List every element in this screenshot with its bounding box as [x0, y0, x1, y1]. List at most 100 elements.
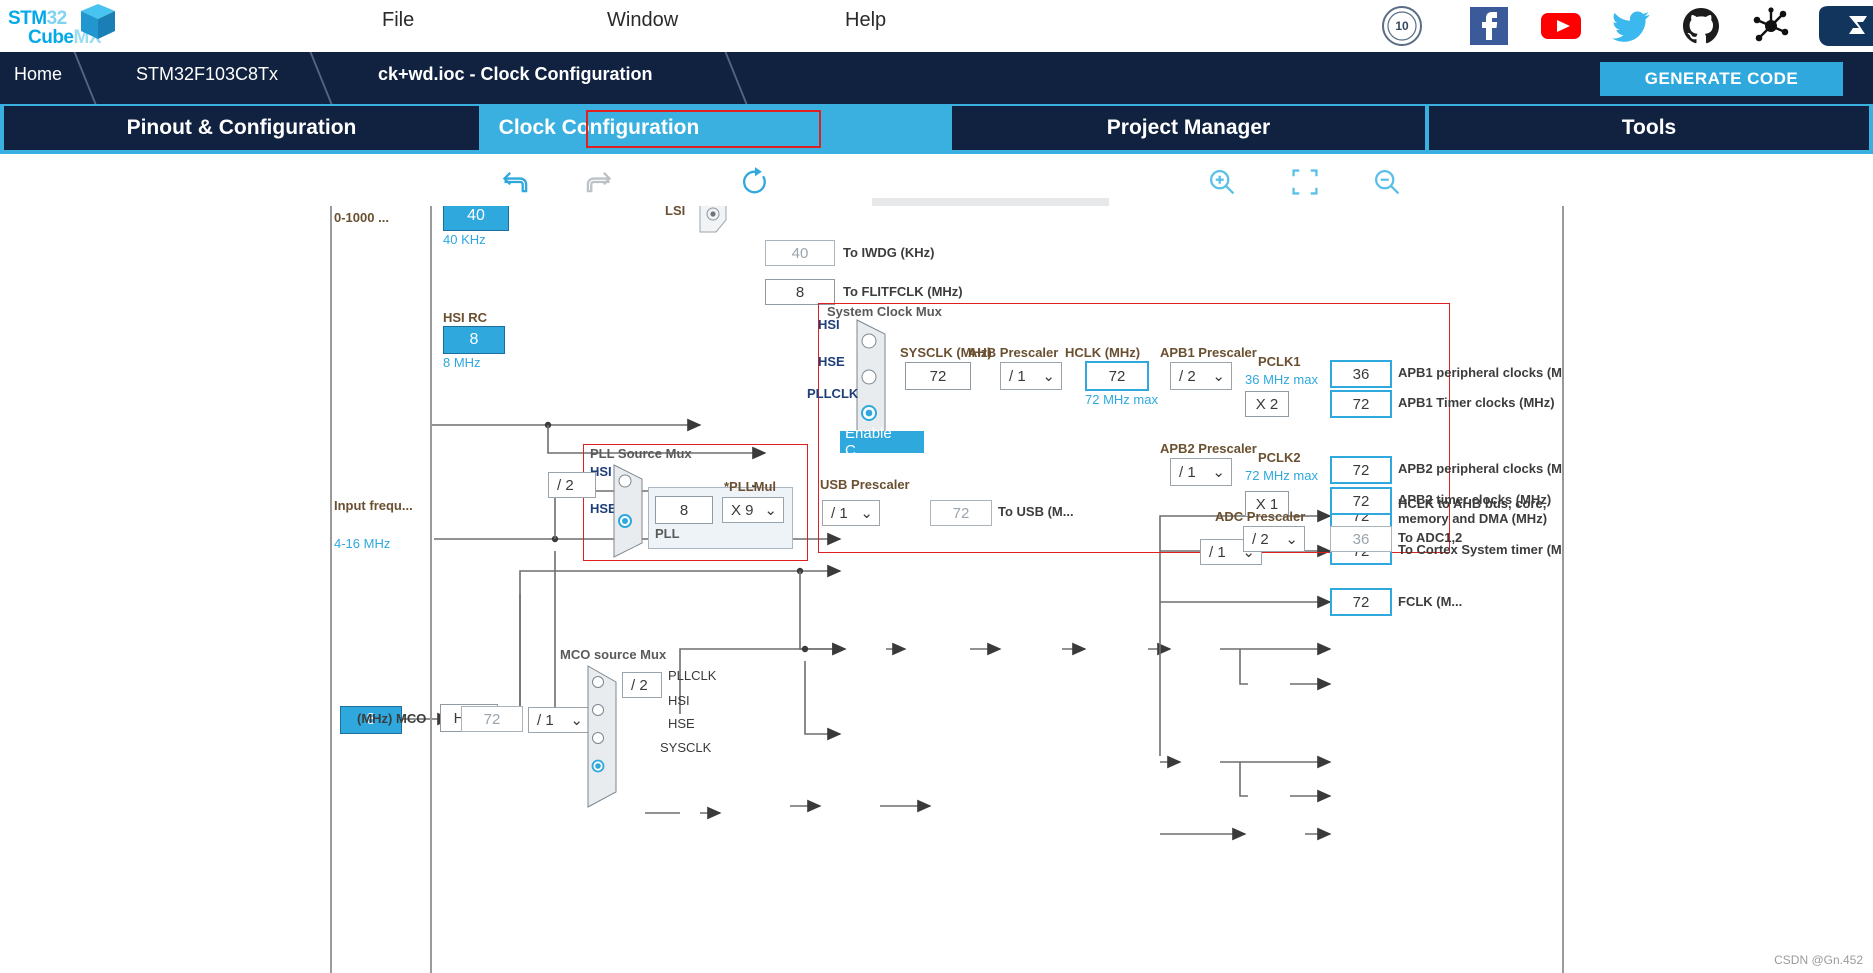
apb1-peripheral-label: APB1 peripheral clocks (M — [1398, 365, 1562, 380]
apb2-max-label: 72 MHz max — [1245, 468, 1318, 483]
ahb-prescaler-value: / 1 — [1009, 367, 1026, 385]
canvas-divider-left — [330, 206, 332, 973]
tab-tools[interactable]: Tools — [1429, 106, 1869, 150]
mco-radio-hse[interactable] — [589, 729, 607, 747]
mco-input-sysclk: SYSCLK — [660, 740, 712, 755]
menu-help[interactable]: Help — [845, 9, 886, 32]
menu-window[interactable]: Window — [607, 9, 678, 32]
hse-divider-value: / 1 — [537, 711, 554, 729]
facebook-icon[interactable] — [1467, 4, 1511, 48]
system-clock-mux-title: System Clock Mux — [827, 304, 942, 319]
hclk-label: HCLK (MHz) — [1065, 345, 1141, 360]
fit-to-screen-icon[interactable] — [1288, 166, 1322, 198]
svg-text:10: 10 — [1395, 19, 1409, 33]
pclk1-label: PCLK1 — [1258, 354, 1301, 369]
zoom-in-icon[interactable] — [1205, 166, 1239, 198]
youtube-icon[interactable] — [1539, 4, 1583, 48]
zoom-out-icon[interactable] — [1370, 166, 1404, 198]
community-network-icon[interactable] — [1749, 4, 1793, 48]
enable-css-button[interactable]: Enable C... — [840, 425, 924, 459]
apb1-timer-label: APB1 Timer clocks (MHz) — [1398, 395, 1555, 410]
apb1-timer-multiplier: X 2 — [1245, 391, 1289, 417]
mco-source-mux-title: MCO source Mux — [560, 647, 667, 662]
mco-input-hsi: HSI — [668, 693, 690, 708]
generate-code-button[interactable]: GENERATE CODE — [1600, 62, 1843, 96]
pll-source-mux-radio-hsi[interactable] — [615, 471, 635, 491]
clock-configuration-canvas[interactable]: 0-1000 ... 40 40 KHz LSI 40 To IWDG (KHz… — [0, 206, 1873, 973]
chevron-down-icon: ⌄ — [1212, 368, 1225, 385]
main-tab-bar: Pinout & Configuration Clock Configurati… — [0, 104, 1873, 256]
pll-mul-select[interactable]: X 9 ⌄ — [722, 497, 784, 523]
tab-clock-configuration[interactable]: Clock Configuration — [483, 106, 715, 150]
watermark: CSDN @Gn.452 — [1774, 953, 1863, 967]
twitter-icon[interactable] — [1609, 4, 1653, 48]
apb2-prescaler-select[interactable]: / 1 ⌄ — [1170, 458, 1232, 486]
menu-file[interactable]: File — [382, 9, 414, 32]
chevron-down-icon: ⌄ — [1042, 368, 1055, 385]
adc-label: To ADC1,2 — [1398, 530, 1463, 545]
pll-hsi-divider-value: / 2 — [557, 476, 574, 494]
menu-bar: STM32 CubeMX File Window Help 10 — [0, 0, 1873, 52]
lsi-output-node-icon[interactable] — [698, 206, 732, 238]
lsi-value-input[interactable]: 40 — [443, 206, 509, 231]
mco-radio-hsi[interactable] — [589, 701, 607, 719]
mco-pll-divider[interactable]: / 2 — [622, 672, 662, 698]
system-clock-mux-radio-pllclk[interactable] — [858, 402, 880, 424]
apb1-prescaler-value: / 2 — [1179, 367, 1196, 385]
hse-divider-select[interactable]: / 1 ⌄ — [528, 707, 590, 733]
tab-pinout-configuration[interactable]: Pinout & Configuration — [4, 106, 479, 150]
breadcrumb-home[interactable]: Home — [14, 64, 62, 85]
apb1-prescaler-select[interactable]: / 2 ⌄ — [1170, 362, 1232, 390]
anniversary-10-years-icon[interactable]: 10 — [1380, 4, 1424, 48]
pll-input-value: 8 — [655, 496, 713, 524]
hse-range-label: Input frequ... — [334, 498, 413, 513]
pll-mul-value: X 9 — [731, 501, 754, 519]
chevron-down-icon: ⌄ — [1285, 531, 1298, 548]
apb2-timer-value: 72 — [1330, 487, 1392, 515]
reset-icon[interactable] — [738, 166, 772, 198]
adc-prescaler-label: ADC Prescaler — [1215, 509, 1306, 524]
ahb-prescaler-select[interactable]: / 1 ⌄ — [1000, 362, 1062, 390]
chevron-down-icon: ⌄ — [860, 505, 873, 522]
mco-radio-pllclk[interactable] — [589, 673, 607, 691]
breadcrumb-mcu[interactable]: STM32F103C8Tx — [136, 64, 278, 85]
breadcrumb-file[interactable]: ck+wd.ioc - Clock Configuration — [378, 64, 653, 85]
output-fclk-label: FCLK (M... — [1398, 594, 1463, 609]
lsi-unit-label: 40 KHz — [443, 232, 486, 247]
mco-radio-sysclk[interactable] — [589, 757, 607, 775]
breadcrumb: Home STM32F103C8Tx ck+wd.ioc - Clock Con… — [0, 52, 1873, 104]
output-fclk-value: 72 — [1330, 588, 1392, 616]
apb2-prescaler-value: / 1 — [1179, 463, 1196, 481]
chevron-down-icon: ⌄ — [570, 712, 583, 729]
adc-prescaler-select[interactable]: / 2 ⌄ — [1243, 526, 1305, 552]
tab-project-manager[interactable]: Project Manager — [952, 106, 1425, 150]
pll-hsi-divider[interactable]: / 2 — [548, 472, 596, 498]
pll-source-mux-title: PLL Source Mux — [590, 446, 692, 461]
apb1-timer-value: 72 — [1330, 390, 1392, 418]
usb-prescaler-value: / 1 — [831, 504, 848, 522]
st-logo-icon[interactable] — [1813, 2, 1873, 50]
cortex-divider-value: / 1 — [1209, 543, 1226, 561]
mco-label: (MHz) MCO — [357, 711, 427, 726]
apb2-prescaler-label: APB2 Prescaler — [1160, 441, 1257, 456]
usb-label: To USB (M... — [998, 504, 1074, 519]
system-clock-mux-input-hse: HSE — [818, 354, 845, 369]
hsi-unit-label: 8 MHz — [443, 355, 481, 370]
system-clock-mux-input-hsi: HSI — [818, 317, 840, 332]
github-icon[interactable] — [1679, 4, 1723, 48]
undo-icon[interactable] — [500, 166, 534, 198]
hclk-value: 72 — [1085, 361, 1149, 391]
usb-prescaler-select[interactable]: / 1 ⌄ — [822, 500, 880, 526]
pll-source-mux-radio-hse[interactable] — [615, 511, 635, 531]
mco-input-hse: HSE — [668, 716, 695, 731]
system-clock-mux-radio-hsi[interactable] — [858, 330, 880, 352]
hsi-value[interactable]: 8 — [443, 326, 505, 354]
usb-prescaler-label: USB Prescaler — [820, 477, 910, 492]
apb2-peripheral-value: 72 — [1330, 456, 1392, 484]
redo-icon[interactable] — [580, 166, 614, 198]
flitfclk-label: To FLITFCLK (MHz) — [843, 284, 963, 299]
hse-unit-label: 4-16 MHz — [334, 536, 391, 551]
mco-value: 72 — [461, 706, 523, 732]
flitfclk-value: 8 — [765, 279, 835, 305]
system-clock-mux-radio-hse[interactable] — [858, 366, 880, 388]
